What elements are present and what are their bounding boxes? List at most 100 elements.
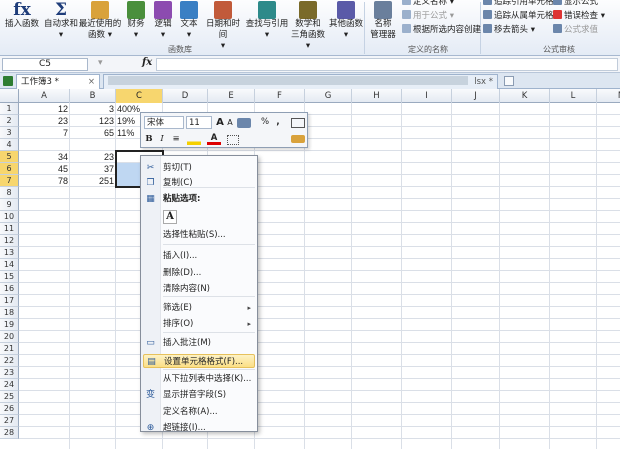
merge-icon[interactable] <box>291 118 305 128</box>
column-header-E[interactable]: E <box>208 89 255 103</box>
menu-item-insert[interactable]: 插入(I)... <box>143 249 255 263</box>
column-header-C[interactable]: C <box>116 89 163 103</box>
cell-B7[interactable]: 251 <box>70 175 116 187</box>
new-workbook-icon[interactable] <box>504 76 514 86</box>
row-header-8[interactable]: 8 <box>0 187 19 199</box>
cell-A7[interactable]: 78 <box>19 175 70 187</box>
row-header-27[interactable]: 27 <box>0 415 19 427</box>
cell-B5[interactable]: 23 <box>70 151 116 163</box>
column-header-M[interactable]: M <box>597 89 620 103</box>
audit-item-2[interactable]: 移去箭头 ▾ <box>483 24 535 36</box>
row-header-10[interactable]: 10 <box>0 211 19 223</box>
row-header-22[interactable]: 22 <box>0 355 19 367</box>
menu-item-clear[interactable]: 清除内容(N) <box>143 282 255 296</box>
menu-item-cut[interactable]: ✂ 剪切(T) <box>143 161 255 175</box>
menu-item-paste-options[interactable]: ▦ 粘贴选项: <box>143 192 255 206</box>
audit-item-5[interactable]: 公式求值 <box>553 24 598 36</box>
cell-B6[interactable]: 37 <box>70 163 116 175</box>
row-header-7[interactable]: 7 <box>0 175 19 187</box>
font-color-button[interactable]: A <box>207 133 221 145</box>
cell-A5[interactable]: 34 <box>19 151 70 163</box>
fx-icon[interactable]: fx <box>142 57 152 68</box>
ribbon-button-6[interactable]: 日期和时间 ▾ <box>202 0 244 51</box>
close-icon[interactable]: × <box>88 75 95 89</box>
borders-icon[interactable] <box>227 135 239 145</box>
menu-item-define-name[interactable]: 定义名称(A)... <box>143 405 255 419</box>
decimal-icon[interactable] <box>247 133 265 146</box>
names-item-0[interactable]: 定义名称 ▾ <box>402 0 454 8</box>
column-header-A[interactable]: A <box>19 89 70 103</box>
row-header-18[interactable]: 18 <box>0 307 19 319</box>
audit-item-3[interactable]: 显示公式 <box>553 0 598 8</box>
column-header-L[interactable]: L <box>550 89 597 103</box>
ribbon-button-3[interactable]: 财务 ▾ <box>122 0 150 44</box>
row-header-13[interactable]: 13 <box>0 247 19 259</box>
row-header-3[interactable]: 3 <box>0 127 19 139</box>
row-header-23[interactable]: 23 <box>0 367 19 379</box>
row-header-28[interactable]: 28 <box>0 427 19 439</box>
cell-A6[interactable]: 45 <box>19 163 70 175</box>
row-header-19[interactable]: 19 <box>0 319 19 331</box>
cancel-icon[interactable]: ▾ <box>98 58 103 68</box>
menu-item-filter[interactable]: 筛选(E) ▸ <box>143 301 255 315</box>
italic-button[interactable]: I <box>157 133 167 146</box>
font-name-dropdown[interactable]: 宋体 <box>144 116 184 129</box>
align-center-button[interactable]: ≡ <box>171 133 181 146</box>
fill-color-icon[interactable] <box>187 133 201 145</box>
column-header-G[interactable]: G <box>305 89 352 103</box>
menu-item-format-cells[interactable]: ▤ 设置单元格格式(F)... <box>143 354 255 368</box>
menu-item-paste-special[interactable]: 选择性粘贴(S)... <box>143 228 255 242</box>
column-header-B[interactable]: B <box>70 89 116 103</box>
menu-item-phonetic[interactable]: 变显示拼音字段(S) <box>143 388 255 402</box>
ribbon-button-2[interactable]: 最近使用的 函数 ▾ <box>78 0 122 44</box>
grow-font-button[interactable]: A <box>215 116 225 129</box>
row-header-25[interactable]: 25 <box>0 391 19 403</box>
column-header-I[interactable]: I <box>402 89 452 103</box>
row-header-21[interactable]: 21 <box>0 343 19 355</box>
bold-button[interactable]: B <box>144 133 154 146</box>
row-header-2[interactable]: 2 <box>0 115 19 127</box>
ribbon-button-9[interactable]: 其他函数 ▾ <box>326 0 366 44</box>
select-all-corner[interactable] <box>0 89 19 103</box>
shrink-font-button[interactable]: A <box>225 116 235 129</box>
column-header-K[interactable]: K <box>500 89 550 103</box>
row-header-14[interactable]: 14 <box>0 259 19 271</box>
row-header-15[interactable]: 15 <box>0 271 19 283</box>
ribbon-button-0[interactable]: fx 插入函数 <box>2 0 42 44</box>
cell-A2[interactable]: 23 <box>19 115 70 127</box>
row-header-26[interactable]: 26 <box>0 403 19 415</box>
font-size-dropdown[interactable]: 11 <box>186 116 212 129</box>
row-header-9[interactable]: 9 <box>0 199 19 211</box>
ribbon-button-8[interactable]: 数学和 三角函数 ▾ <box>290 0 326 51</box>
row-header-17[interactable]: 17 <box>0 295 19 307</box>
row-header-24[interactable]: 24 <box>0 379 19 391</box>
column-header-J[interactable]: J <box>452 89 500 103</box>
cell-B3[interactable]: 65 <box>70 127 116 139</box>
cell-B1[interactable]: 3 <box>70 103 116 115</box>
column-header-D[interactable]: D <box>163 89 208 103</box>
audit-item-4[interactable]: 错误检查 ▾ <box>553 10 605 22</box>
column-header-F[interactable]: F <box>255 89 305 103</box>
row-header-11[interactable]: 11 <box>0 223 19 235</box>
tab-other-workbook[interactable]: lsx * <box>103 74 498 89</box>
ribbon-button-5[interactable]: 文本 ▾ <box>176 0 202 44</box>
row-header-1[interactable]: 1 <box>0 103 19 115</box>
row-header-20[interactable]: 20 <box>0 331 19 343</box>
menu-item-delete[interactable]: 删除(D)... <box>143 266 255 280</box>
worksheet-grid[interactable]: ABCDEFGHIJKLM123456789101112131415161718… <box>0 89 620 449</box>
cell-B2[interactable]: 123 <box>70 115 116 127</box>
row-header-12[interactable]: 12 <box>0 235 19 247</box>
comma-button[interactable]: , <box>273 116 283 129</box>
column-header-H[interactable]: H <box>352 89 402 103</box>
formula-input[interactable] <box>156 58 618 71</box>
paste-option-keep-source[interactable]: A <box>163 210 177 224</box>
ribbon-button-7[interactable]: 查找与引用 ▾ <box>244 0 290 44</box>
row-header-4[interactable]: 4 <box>0 139 19 151</box>
audit-item-0[interactable]: 追踪引用单元格 <box>483 0 554 8</box>
row-header-5[interactable]: 5 <box>0 151 19 163</box>
tab-workbook3[interactable]: 工作簿3 * × <box>16 74 100 89</box>
format-painter-icon[interactable] <box>237 118 251 128</box>
ribbon-button-10[interactable]: 名称 管理器 <box>366 0 400 44</box>
menu-item-sort[interactable]: 排序(O) ▸ <box>143 317 255 331</box>
cell-A1[interactable]: 12 <box>19 103 70 115</box>
